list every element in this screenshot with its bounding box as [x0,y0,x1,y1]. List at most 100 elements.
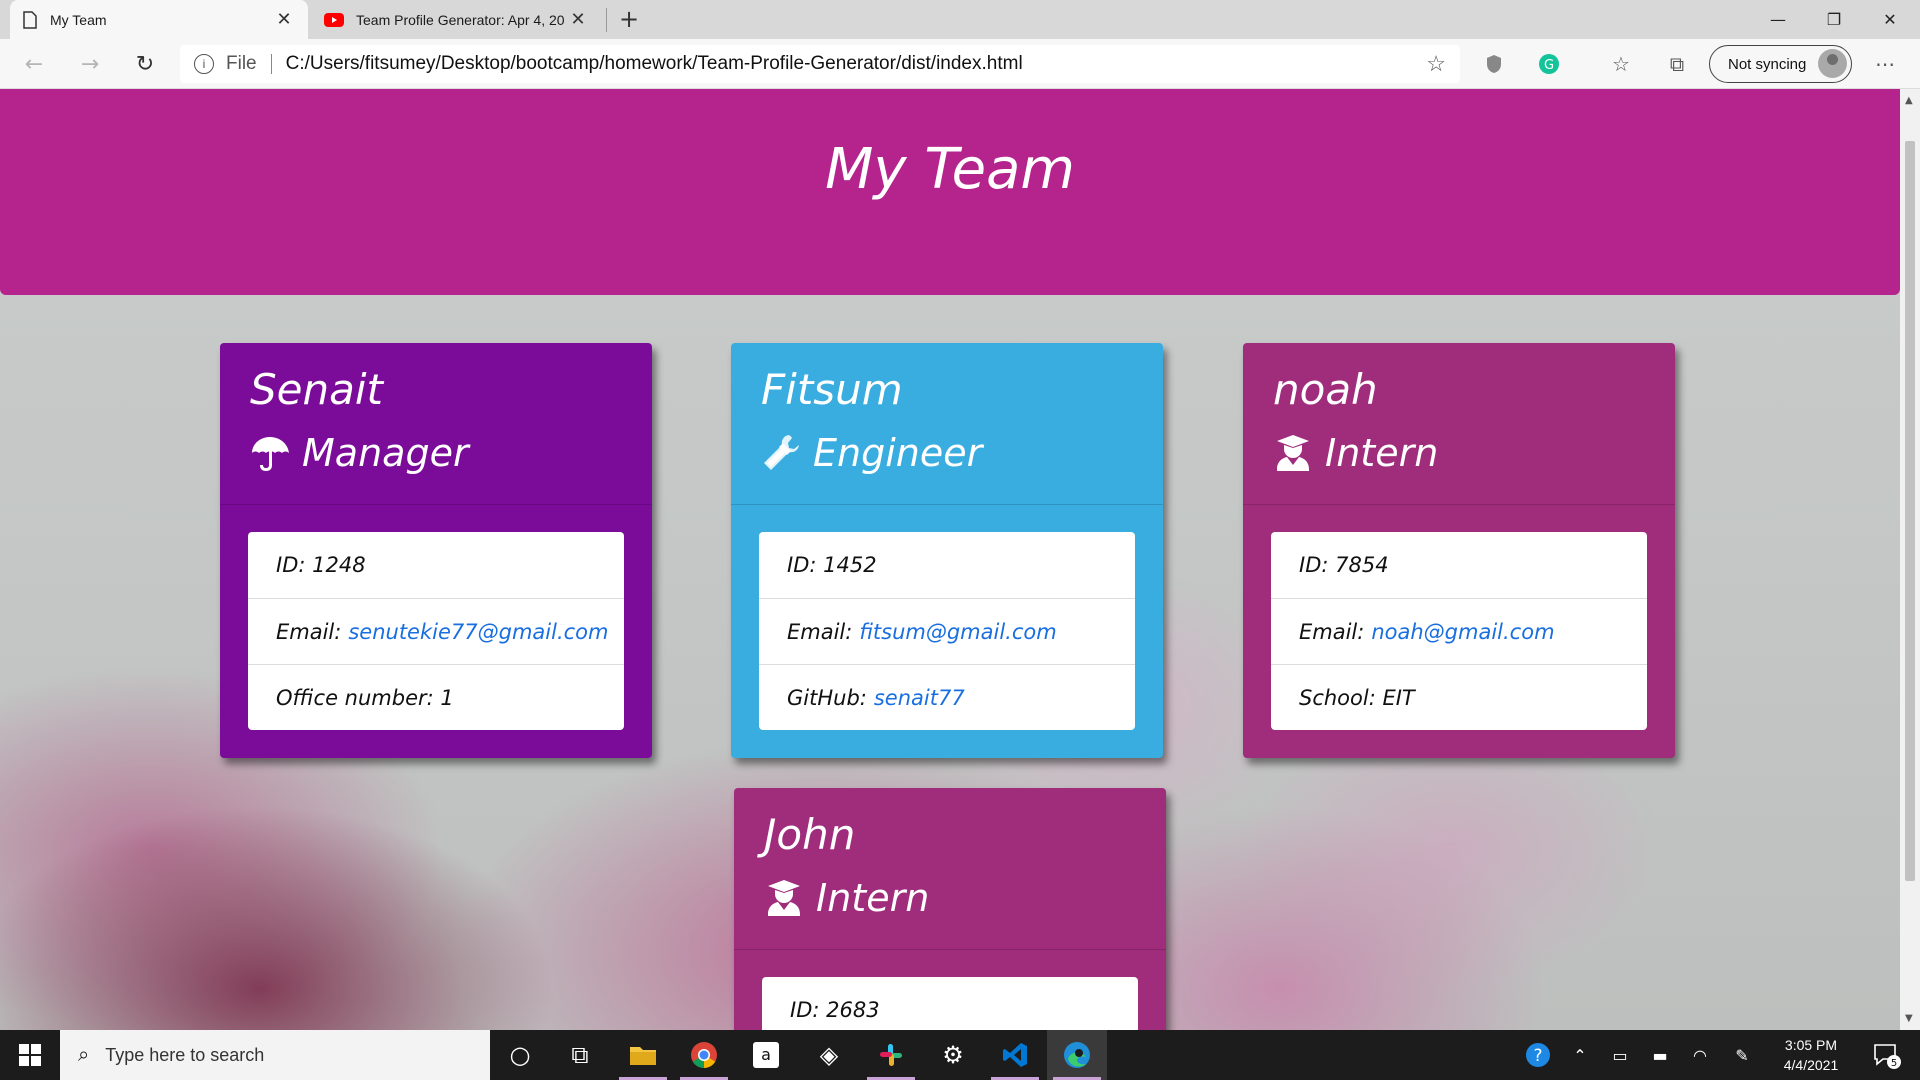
notification-count: 5 [1891,1058,1897,1069]
scroll-up-icon[interactable]: ▲ [1905,95,1913,106]
email-label: Email: [276,619,342,644]
edge-icon[interactable] [1047,1030,1107,1080]
employee-role: Manager [250,429,622,477]
tab-strip: My Team ✕ Team Profile Generator: Apr 4,… [0,0,1920,39]
amazon-icon[interactable]: a [736,1030,796,1080]
restore-icon[interactable]: ❐ [1806,0,1862,39]
role-label: Manager [302,431,469,475]
url-text[interactable]: C:/Users/fitsumey/Desktop/bootcamp/homew… [286,53,1427,75]
github-link[interactable]: senait77 [874,686,965,710]
show-hidden-icons-icon[interactable]: ⌃ [1566,1030,1594,1080]
list-item-id: ID: 1248 [276,553,366,577]
role-label: Engineer [813,431,983,475]
scroll-down-icon[interactable]: ▼ [1905,1013,1913,1024]
back-icon[interactable]: ← [16,46,52,82]
profile-label: Not syncing [1728,55,1807,73]
wifi-icon[interactable]: ◠ [1686,1030,1714,1080]
page-title: My Team [825,137,1075,202]
minimize-icon[interactable]: — [1750,0,1806,39]
slack-icon[interactable] [861,1030,921,1080]
details-list: ID: 2683 [762,977,1138,1030]
dropbox-icon[interactable]: ◈ [799,1030,859,1080]
vertical-scrollbar[interactable]: ▲ ▼ [1900,89,1920,1030]
email-label: Email: [787,619,853,644]
card-body: ID: 2683 [734,950,1166,1030]
tab-my-team[interactable]: My Team ✕ [10,0,308,39]
task-view-icon[interactable]: ⧉ [550,1030,610,1080]
cortana-icon[interactable]: ○ [490,1030,550,1080]
clock-time: 3:05 PM [1784,1037,1838,1053]
email-link[interactable]: noah@gmail.com [1371,620,1554,644]
svg-text:a: a [761,1045,771,1064]
clock[interactable]: 3:05 PM 4/4/2021 [1766,1035,1856,1075]
start-button[interactable] [0,1030,60,1080]
new-tab-icon[interactable]: + [614,4,644,34]
info-icon[interactable]: i [194,54,214,74]
notifications-icon[interactable]: 5 [1866,1030,1906,1080]
avatar [1818,49,1847,78]
forward-icon[interactable]: → [72,46,108,82]
tab-youtube[interactable]: Team Profile Generator: Apr 4, 20 ✕ [312,0,602,39]
battery-icon[interactable]: ▬ [1646,1030,1674,1080]
tab-divider [606,8,607,32]
role-label: Intern [1325,431,1439,475]
page-header: My Team [0,89,1900,295]
taskbar-search[interactable]: ⌕ Type here to search [60,1030,490,1080]
email-link[interactable]: senutekie77@gmail.com [348,620,608,644]
card-body: ID: 1248 Email: senutekie77@gmail.com Of… [220,505,652,758]
manager-card: Senait Manager ID: 1248 Email: senutekie… [220,343,652,758]
card-header: Senait Manager [220,343,652,505]
settings-icon[interactable]: ⚙ [923,1030,983,1080]
graduate-icon [1277,435,1309,471]
pen-icon[interactable]: ✎ [1728,1030,1756,1080]
list-item-email: Email: senutekie77@gmail.com [248,598,624,664]
close-window-icon[interactable]: ✕ [1862,0,1918,39]
list-item-id: ID: 2683 [790,998,880,1022]
list-item-github: GitHub: senait77 [759,664,1135,730]
details-list: ID: 1248 Email: senutekie77@gmail.com Of… [248,532,624,730]
help-icon[interactable]: ? [1522,1030,1554,1080]
vscode-icon[interactable] [985,1030,1045,1080]
employee-role: Intern [764,874,1136,922]
card-header: John Intern [734,788,1166,950]
tab-close-icon[interactable]: ✕ [566,8,590,32]
address-divider [270,54,272,74]
more-options-icon[interactable]: ⋯ [1872,51,1898,77]
toolbar: ← → ↻ i File C:/Users/fitsumey/Desktop/b… [0,39,1920,89]
details-list: ID: 1452 Email: fitsum@gmail.com GitHub:… [759,532,1135,730]
meet-now-icon[interactable]: ▭ [1606,1030,1634,1080]
profile-button[interactable]: Not syncing [1709,45,1852,83]
tools-icon [764,435,799,470]
employee-name: Senait [250,365,383,414]
search-placeholder: Type here to search [105,1044,265,1065]
svg-text:G: G [1544,58,1554,73]
employee-name: John [764,810,856,859]
file-explorer-icon[interactable] [613,1030,673,1080]
scrollbar-thumb[interactable] [1905,141,1915,881]
tab-title: My Team [50,11,107,28]
email-link[interactable]: fitsum@gmail.com [859,620,1056,644]
tab-close-icon[interactable]: ✕ [272,8,296,32]
chrome-icon[interactable] [674,1030,734,1080]
list-item-email: Email: noah@gmail.com [1271,598,1647,664]
collections-icon[interactable]: ⧉ [1664,51,1690,77]
engineer-card: Fitsum Engineer ID: 1452 Email: fitsum@g… [731,343,1163,758]
taskbar: ⌕ Type here to search ○ ⧉ a ◈ ⚙ ? ⌃ ▭ ▬ … [0,1030,1920,1080]
shield-icon[interactable] [1481,51,1507,77]
refresh-icon[interactable]: ↻ [127,46,163,82]
address-bar[interactable]: i File C:/Users/fitsumey/Desktop/bootcam… [180,45,1460,83]
grammarly-icon[interactable]: G [1536,51,1562,77]
employee-role: Engineer [761,429,1133,477]
card-header: noah Intern [1243,343,1675,505]
favorite-star-icon[interactable]: ☆ [1426,51,1446,77]
windows-icon [19,1044,41,1066]
graduate-icon [768,880,800,916]
email-label: Email: [1299,619,1365,644]
intern-card: John Intern ID: 2683 [734,788,1166,1030]
clock-date: 4/4/2021 [1783,1057,1839,1073]
employee-name: noah [1273,365,1378,414]
svg-text:?: ? [1533,1046,1542,1066]
favorites-icon[interactable]: ☆ [1608,51,1634,77]
page-icon [23,10,37,29]
intern-card: noah Intern ID: 7854 Email: noah@gmail.c… [1243,343,1675,758]
